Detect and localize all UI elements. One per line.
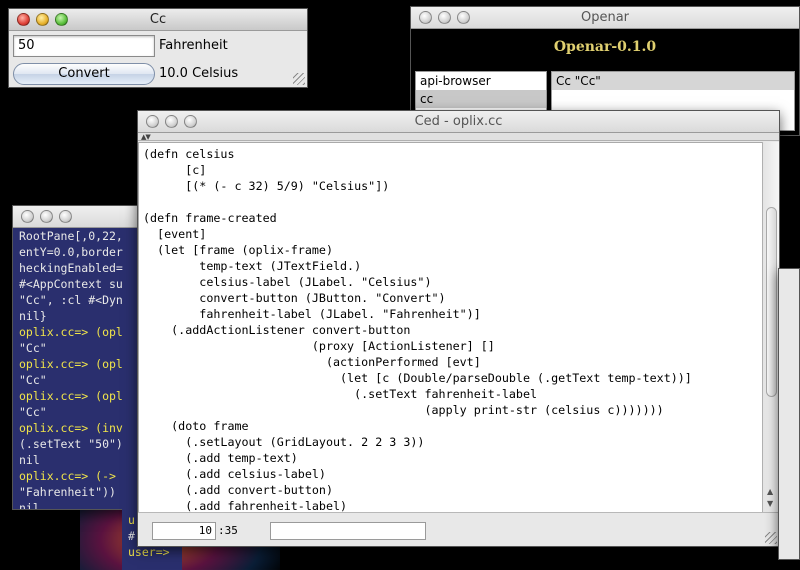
- celsius-result-label: 10.0 Celsius: [159, 66, 239, 81]
- convert-button[interactable]: Convert: [13, 63, 155, 85]
- window-title: Openar: [580, 10, 630, 25]
- close-icon[interactable]: [419, 11, 432, 24]
- command-field[interactable]: [270, 522, 426, 540]
- openar-heading: Openar-0.1.0: [553, 39, 657, 55]
- ruler-arrows-icon[interactable]: ▲▼: [141, 133, 151, 141]
- cc-titlebar[interactable]: Cc: [9, 9, 307, 31]
- list-item[interactable]: Cc "Cc": [552, 72, 794, 90]
- close-icon[interactable]: [146, 115, 159, 128]
- zoom-icon[interactable]: [457, 11, 470, 24]
- zoom-icon[interactable]: [184, 115, 197, 128]
- close-icon[interactable]: [17, 13, 30, 26]
- temperature-input[interactable]: 50: [13, 35, 155, 57]
- close-icon[interactable]: [21, 210, 34, 223]
- window-title: Ced - oplix.cc: [414, 114, 503, 129]
- fahrenheit-label: Fahrenheit: [159, 38, 228, 53]
- code-text[interactable]: (defn celsius [c] [(* (- c 32) 5/9) "Cel…: [139, 143, 762, 513]
- zoom-icon[interactable]: [59, 210, 72, 223]
- openar-titlebar[interactable]: Openar: [411, 7, 799, 29]
- line-number-field[interactable]: 10: [152, 522, 216, 540]
- scroll-up-icon[interactable]: ▲: [767, 487, 773, 496]
- zoom-icon[interactable]: [55, 13, 68, 26]
- status-bar: 10 :35: [138, 512, 779, 546]
- minimize-icon[interactable]: [36, 13, 49, 26]
- code-editor[interactable]: (defn celsius [c] [(* (- c 32) 5/9) "Cel…: [138, 142, 763, 514]
- ced-titlebar[interactable]: Ced - oplix.cc: [138, 111, 779, 133]
- window-title: Cc: [149, 12, 167, 27]
- cc-window[interactable]: Cc 50 Fahrenheit Convert 10.0 Celsius: [8, 8, 308, 88]
- resize-grip[interactable]: [765, 532, 777, 544]
- background-window-edge: [778, 268, 800, 560]
- scrollbar-thumb[interactable]: [766, 207, 777, 397]
- column-indicator: :35: [218, 524, 238, 537]
- list-item[interactable]: api-browser: [416, 72, 546, 90]
- resize-grip[interactable]: [293, 73, 305, 85]
- minimize-icon[interactable]: [165, 115, 178, 128]
- ced-editor-window[interactable]: Ced - oplix.cc ▲▼ (defn celsius [c] [(* …: [137, 110, 780, 547]
- editor-ruler: ▲▼: [138, 133, 779, 141]
- minimize-icon[interactable]: [40, 210, 53, 223]
- minimize-icon[interactable]: [438, 11, 451, 24]
- scroll-down-icon[interactable]: ▼: [767, 499, 773, 508]
- list-item[interactable]: cc: [416, 90, 546, 108]
- vertical-scrollbar[interactable]: ▲ ▼: [762, 142, 779, 514]
